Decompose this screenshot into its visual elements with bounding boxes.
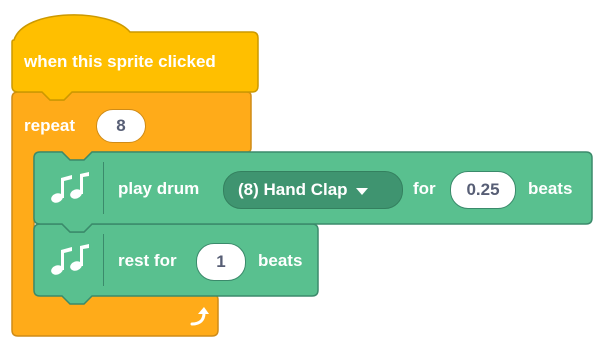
for-label: for	[413, 179, 436, 198]
drum-beats-input[interactable]: 0.25	[450, 171, 516, 209]
rest-beats-input[interactable]: 1	[196, 243, 246, 281]
block-separator	[103, 234, 104, 286]
chevron-down-icon	[355, 187, 368, 195]
hat-block-label: when this sprite clicked	[24, 52, 216, 71]
loop-arrow-icon	[186, 304, 210, 328]
rest-beats-label: beats	[258, 251, 303, 270]
music-notes-icon	[48, 242, 92, 278]
rest-for-label: rest for	[118, 251, 177, 270]
repeat-label: repeat	[24, 116, 76, 135]
play-drum-label: play drum	[118, 179, 200, 198]
block-separator	[103, 162, 104, 214]
music-notes-icon	[48, 170, 92, 206]
drum-select-dropdown[interactable]: (8) Hand Clap	[223, 171, 403, 209]
drum-beats-label: beats	[528, 179, 573, 198]
drum-select-value: (8) Hand Clap	[238, 180, 348, 199]
repeat-count-input[interactable]: 8	[96, 109, 146, 143]
script-area: when this sprite clicked repeat 8 play d…	[0, 0, 595, 341]
